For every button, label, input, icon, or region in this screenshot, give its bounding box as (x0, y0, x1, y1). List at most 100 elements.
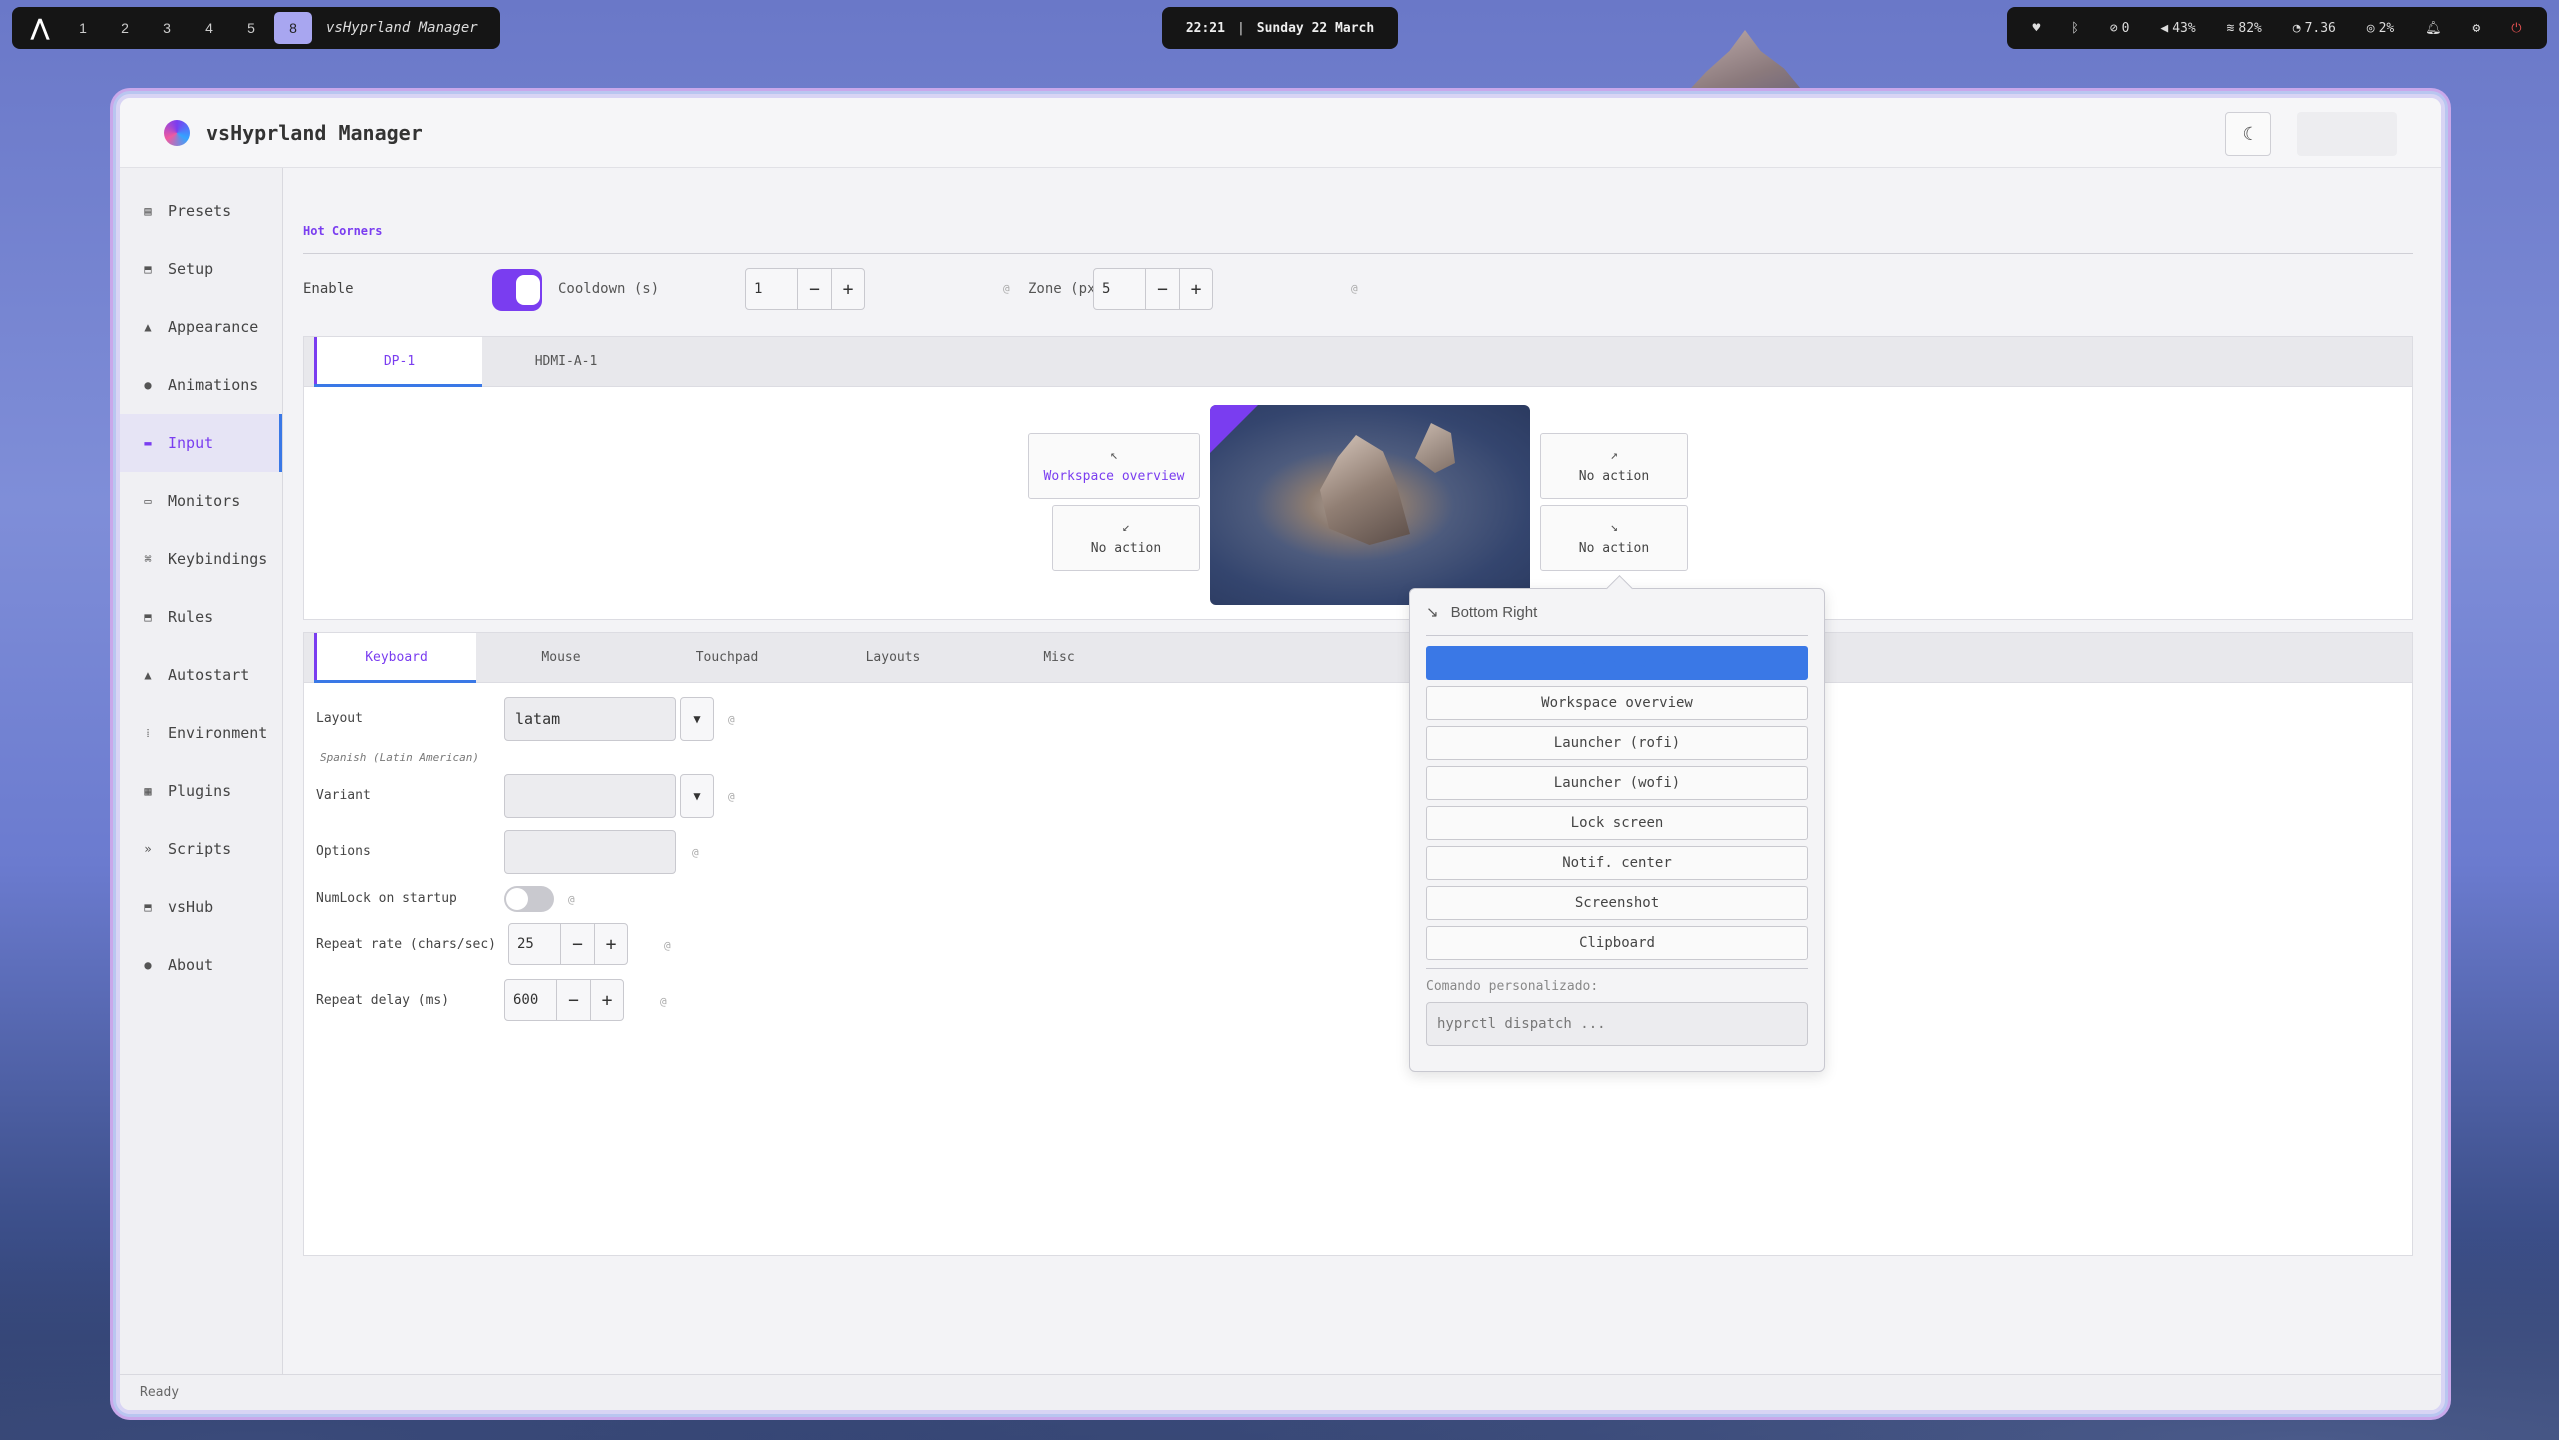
enable-toggle[interactable] (492, 269, 542, 311)
layout-hint: Spanish (Latin American) (320, 751, 479, 764)
repeat-rate-decrement-button[interactable]: − (561, 924, 594, 964)
sidebar-item-animations[interactable]: ● Animations (120, 356, 282, 414)
arch-logo-icon[interactable]: ⋀ (20, 12, 60, 44)
tab-dp-1[interactable]: DP-1 (314, 337, 482, 387)
corner-bottom-right-button[interactable]: ↘ No action (1540, 505, 1688, 571)
repeat-delay-label: Repeat delay (ms) (316, 993, 450, 1008)
popup-option-screenshot[interactable]: Screenshot (1426, 886, 1808, 920)
sidebar-item-plugins[interactable]: ▦ Plugins (120, 762, 282, 820)
workspace-2[interactable]: 2 (106, 12, 144, 44)
workspace-1[interactable]: 1 (64, 12, 102, 44)
sidebar-item-autostart[interactable]: ▲ Autostart (120, 646, 282, 704)
repeat-delay-increment-button[interactable]: + (590, 980, 623, 1020)
shield-icon[interactable]: ♥ (2032, 21, 2040, 36)
tab-misc[interactable]: Misc (978, 633, 1140, 682)
topbar-clock[interactable]: 22:21 | Sunday 22 March (1162, 7, 1398, 49)
variant-dropdown-button[interactable]: ▼ (680, 774, 714, 818)
sidebar-item-presets[interactable]: ▤ Presets (120, 182, 282, 240)
custom-command-input[interactable]: hyprctl dispatch ... (1426, 1002, 1808, 1046)
volume-indicator[interactable]: ◀ 43% (2160, 21, 2195, 36)
popup-option-no-action[interactable]: No action (1426, 646, 1808, 680)
sidebar-item-keybindings[interactable]: ⌘ Keybindings (120, 530, 282, 588)
zone-increment-button[interactable]: + (1179, 269, 1212, 309)
environment-icon: ⁞ (146, 725, 150, 740)
sidebar-item-environment[interactable]: ⁞ Environment (120, 704, 282, 762)
bluetooth-icon[interactable]: ᛒ (2071, 21, 2079, 36)
popup-option-workspace-overview[interactable]: Workspace overview (1426, 686, 1808, 720)
workspace-5[interactable]: 5 (232, 12, 270, 44)
animations-icon: ● (144, 378, 152, 392)
gear-icon[interactable]: ⚙ (2473, 21, 2481, 36)
popup-option-lock-screen[interactable]: Lock screen (1426, 806, 1808, 840)
variant-select[interactable] (504, 774, 676, 818)
repeat-delay-input[interactable]: 600 (505, 980, 557, 1020)
numlock-reset-icon[interactable]: @ (568, 893, 575, 906)
sidebar-item-appearance[interactable]: ▲ Appearance (120, 298, 282, 356)
cooldown-increment-button[interactable]: + (831, 269, 864, 309)
tab-layouts[interactable]: Layouts (812, 633, 974, 682)
app-logo-icon (164, 119, 190, 146)
sidebar-item-scripts[interactable]: » Scripts (120, 820, 282, 878)
wifi-indicator[interactable]: ≋ 82% (2227, 21, 2262, 36)
load-value: 7.36 (2304, 20, 2336, 36)
hot-corners-panel: DP-1 HDMI-A-1 ↖ Workspace overview ↙ No … (303, 336, 2413, 620)
tab-hdmi-a-1[interactable]: HDMI-A-1 (482, 337, 650, 386)
power-icon[interactable]: ⏻ (2511, 21, 2521, 36)
input-settings-panel: Keyboard Mouse Touchpad Layouts Misc Lay… (303, 632, 2413, 1256)
options-input[interactable] (504, 830, 676, 874)
custom-command-label: Comando personalizado: (1426, 979, 1599, 994)
layout-reset-icon[interactable]: @ (728, 713, 735, 726)
corner-top-left-button[interactable]: ↖ Workspace overview (1028, 433, 1200, 499)
cooldown-reset-icon[interactable]: @ (1003, 282, 1010, 295)
zone-decrement-button[interactable]: − (1146, 269, 1179, 309)
layout-select[interactable]: latam (504, 697, 676, 741)
repeat-rate-increment-button[interactable]: + (594, 924, 627, 964)
repeat-rate-input[interactable]: 25 (509, 924, 561, 964)
sidebar-item-label: Scripts (168, 840, 232, 858)
sidebar-item-vshub[interactable]: ⬒ vsHub (120, 878, 282, 936)
popup-option-launcher-wofi[interactable]: Launcher (wofi) (1426, 766, 1808, 800)
popup-option-launcher-rofi[interactable]: Launcher (rofi) (1426, 726, 1808, 760)
workspace-4[interactable]: 4 (190, 12, 228, 44)
presets-icon: ▤ (144, 204, 152, 218)
updates-indicator[interactable]: ⊘ 0 (2110, 21, 2130, 36)
corner-bottom-left-button[interactable]: ↙ No action (1052, 505, 1200, 571)
sidebar-item-monitors[interactable]: ▭ Monitors (120, 472, 282, 530)
header-action-button[interactable] (2297, 112, 2397, 156)
bell-icon[interactable]: 🔔︎ (2425, 21, 2442, 36)
sidebar-item-about[interactable]: ● About (120, 936, 282, 994)
cooldown-input[interactable]: 1 (746, 269, 798, 309)
sidebar-item-setup[interactable]: ⬒ Setup (120, 240, 282, 298)
workspace-3[interactable]: 3 (148, 12, 186, 44)
tab-touchpad[interactable]: Touchpad (646, 633, 808, 682)
repeat-delay-decrement-button[interactable]: − (557, 980, 590, 1020)
repeat-delay-reset-icon[interactable]: @ (660, 995, 667, 1008)
numlock-toggle[interactable] (504, 886, 554, 912)
cpu-indicator[interactable]: ◎ 2% (2367, 21, 2394, 36)
tab-mouse[interactable]: Mouse (480, 633, 642, 682)
variant-reset-icon[interactable]: @ (728, 790, 735, 803)
load-indicator[interactable]: ◔ 7.36 (2293, 21, 2336, 36)
updates-icon: ⊘ (2109, 20, 2118, 36)
arrow-up-left-icon: ↖ (1110, 448, 1118, 463)
corner-bottom-left-action: No action (1090, 541, 1162, 556)
section-title-hot-corners: Hot Corners (303, 224, 383, 238)
sidebar-item-rules[interactable]: ⬒ Rules (120, 588, 282, 646)
sidebar-item-label: Input (168, 434, 214, 452)
options-label: Options (316, 844, 371, 859)
layout-dropdown-button[interactable]: ▼ (680, 697, 714, 741)
popup-option-clipboard[interactable]: Clipboard (1426, 926, 1808, 960)
options-reset-icon[interactable]: @ (692, 846, 699, 859)
repeat-rate-label: Repeat rate (chars/sec) (316, 937, 497, 952)
theme-toggle-button[interactable]: ☾ (2225, 112, 2271, 156)
corner-top-right-button[interactable]: ↗ No action (1540, 433, 1688, 499)
sidebar-item-label: Plugins (168, 782, 232, 800)
popup-option-notif-center[interactable]: Notif. center (1426, 846, 1808, 880)
sidebar-item-input[interactable]: ▬ Input (120, 414, 282, 472)
tab-keyboard[interactable]: Keyboard (314, 633, 476, 683)
zone-reset-icon[interactable]: @ (1351, 282, 1358, 295)
workspace-8[interactable]: 8 (274, 12, 312, 44)
repeat-rate-reset-icon[interactable]: @ (664, 939, 671, 952)
cooldown-decrement-button[interactable]: − (798, 269, 831, 309)
zone-input[interactable]: 5 (1094, 269, 1146, 309)
